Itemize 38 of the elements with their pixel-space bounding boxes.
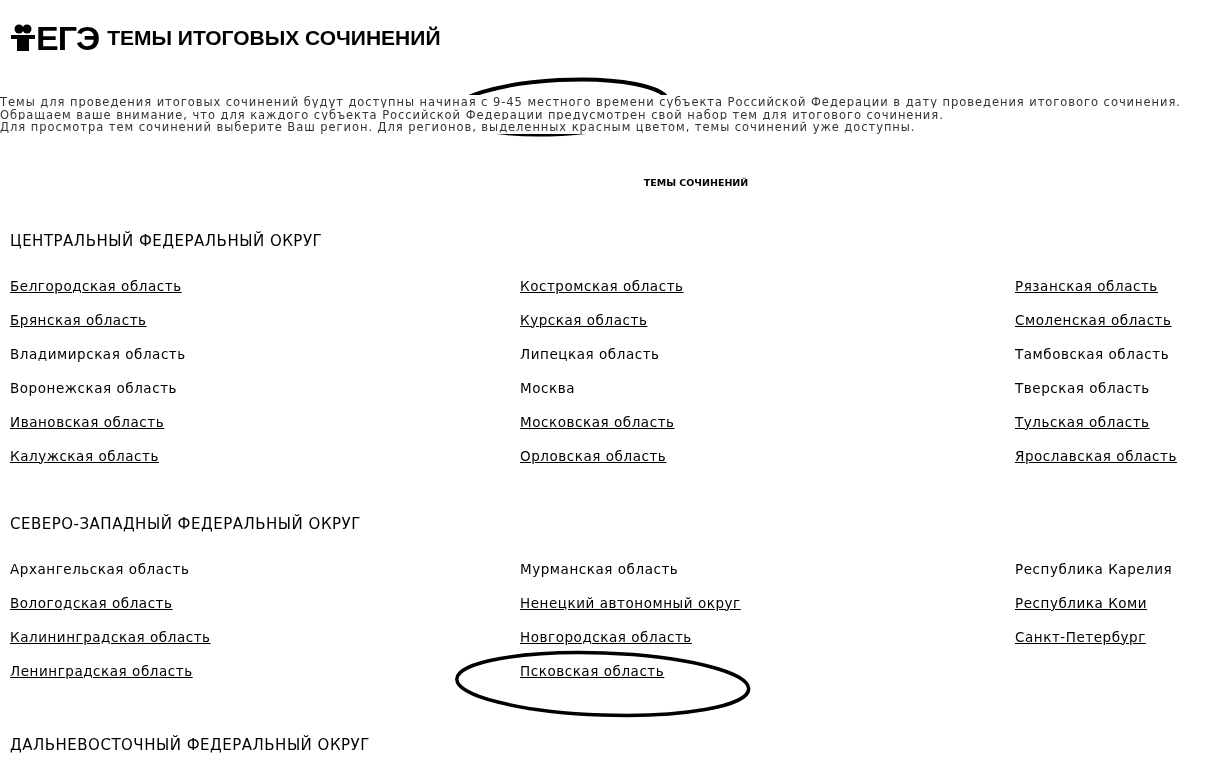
region-link[interactable]: Смоленская область: [1015, 311, 1172, 328]
region-link[interactable]: Тульская область: [1015, 413, 1150, 430]
district-heading: ЦЕНТРАЛЬНЫЙ ФЕДЕРАЛЬНЫЙ ОКРУГ: [10, 231, 324, 250]
region-link[interactable]: Вологодская область: [10, 594, 173, 611]
region-name: Тверская область: [1015, 379, 1150, 396]
region-link[interactable]: Калининградская область: [10, 628, 211, 645]
district-heading: СЕВЕРО-ЗАПАДНЫЙ ФЕДЕРАЛЬНЫЙ ОКРУГ: [10, 514, 362, 533]
region-link[interactable]: Ленинградская область: [10, 662, 193, 679]
logo-text: ЕГЭ: [36, 21, 100, 55]
region-link[interactable]: Новгородская область: [520, 628, 692, 645]
region-link[interactable]: Псковская область: [520, 662, 665, 679]
region-name: Мурманская область: [520, 560, 679, 577]
region-link[interactable]: Курская область: [520, 311, 648, 328]
region-name: Воронежская область: [10, 379, 178, 396]
figure-icon: [10, 24, 36, 52]
region-link[interactable]: Ивановская область: [10, 413, 165, 430]
intro-text: Для просмотра тем сочинений выберите Ваш регион. Для регионов, выделенных красным цветом, темы сочинений уже доступны.: [0, 120, 916, 134]
region-link[interactable]: Костромская область: [520, 277, 684, 294]
region-link[interactable]: Белгородская область: [10, 277, 182, 294]
region-name: Липецкая область: [520, 345, 660, 362]
region-link[interactable]: Ненецкий автономный округ: [520, 594, 741, 611]
page-title: ТЕМЫ ИТОГОВЫХ СОЧИНЕНИЙ: [107, 26, 441, 50]
region-name: Тамбовская область: [1015, 345, 1170, 362]
region-link[interactable]: Санкт-Петербург: [1015, 628, 1146, 645]
region-name: Республика Карелия: [1015, 560, 1173, 577]
region-name: Владимирская область: [10, 345, 186, 362]
region-link[interactable]: Республика Коми: [1015, 594, 1148, 611]
region-link[interactable]: Орловская область: [520, 447, 667, 464]
region-link[interactable]: Рязанская область: [1015, 277, 1158, 294]
region-name: Архангельская область: [10, 560, 190, 577]
region-name: Москва: [520, 379, 575, 396]
region-link[interactable]: Брянская область: [10, 311, 147, 328]
district-heading: ДАЛЬНЕВОСТОЧНЫЙ ФЕДЕРАЛЬНЫЙ ОКРУГ: [10, 735, 371, 754]
region-link[interactable]: Ярославская область: [1015, 447, 1177, 464]
region-link[interactable]: Калужская область: [10, 447, 159, 464]
section-heading: ТЕМЫ СОЧИНЕНИЙ: [642, 176, 750, 188]
region-link[interactable]: Московская область: [520, 413, 675, 430]
intro-text: Темы для проведения итоговых сочинений будут доступны начиная с 9-45 местного времени субъекта Российской Федерации в дату проведения итогового сочинения.: [0, 95, 1181, 109]
